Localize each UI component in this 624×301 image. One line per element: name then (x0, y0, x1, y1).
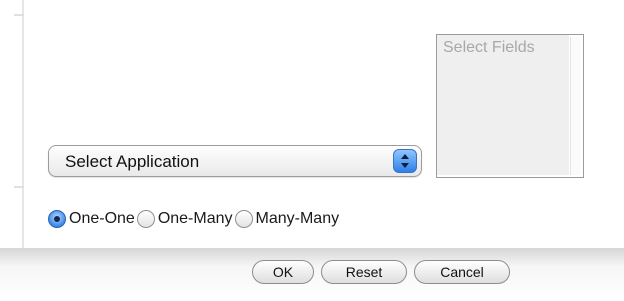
radio-one-many[interactable]: One-Many (136, 210, 233, 228)
radio-many-many-indicator[interactable] (234, 210, 253, 228)
relationship-radio-group: One-One One-Many Many-Many (48, 207, 341, 231)
list-scrollbar[interactable] (570, 37, 581, 175)
radio-one-one[interactable]: One-One (48, 210, 135, 228)
select-fields-header: Select Fields (437, 35, 569, 175)
radio-one-many-indicator[interactable] (136, 210, 155, 228)
rule-tick-top (14, 14, 24, 16)
up-down-arrows-icon (393, 149, 417, 173)
cancel-button[interactable]: Cancel (414, 260, 510, 284)
ok-button[interactable]: OK (252, 260, 314, 284)
reset-button[interactable]: Reset (321, 260, 407, 284)
left-rule (22, 0, 24, 250)
radio-one-one-label: One-One (69, 210, 135, 227)
radio-many-many-label: Many-Many (255, 210, 340, 227)
radio-one-many-label: One-Many (157, 210, 233, 227)
application-select-value: Select Application (65, 152, 200, 171)
radio-one-one-indicator[interactable] (48, 210, 66, 228)
radio-many-many[interactable]: Many-Many (234, 210, 340, 228)
select-fields-list[interactable]: Select Fields (436, 34, 584, 178)
rule-tick-middle (14, 186, 24, 188)
application-select[interactable]: Select Application (48, 145, 422, 177)
